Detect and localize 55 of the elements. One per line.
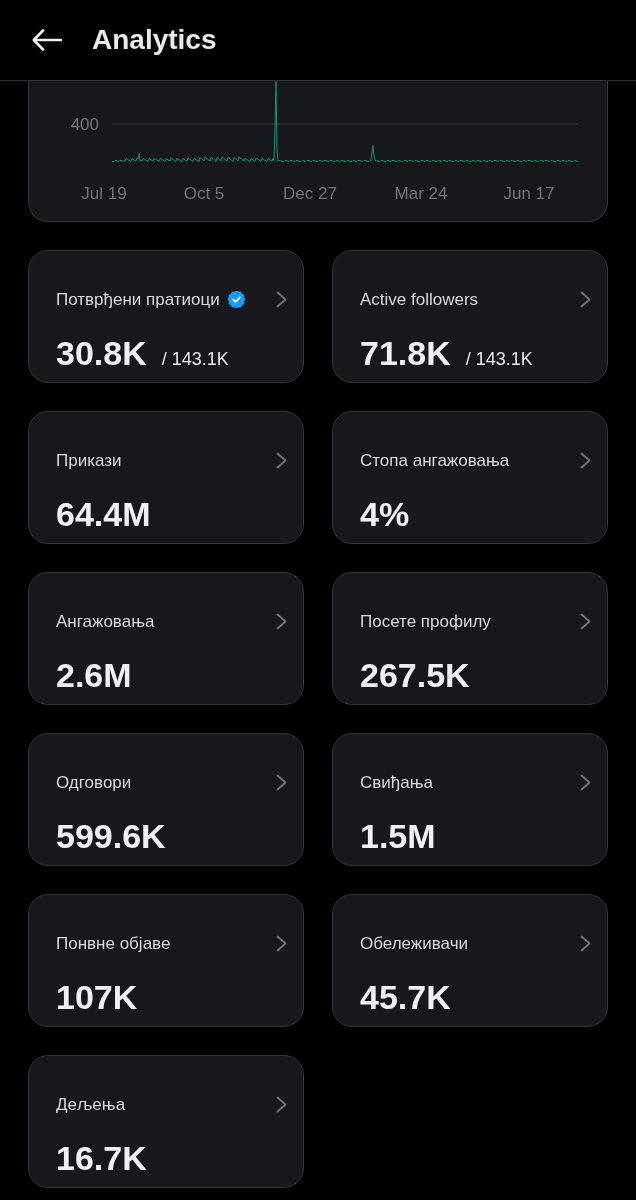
back-button[interactable] bbox=[32, 29, 62, 51]
metric-total: / 143.1K bbox=[465, 347, 533, 371]
chevron-right-icon bbox=[276, 613, 287, 630]
back-arrow-icon bbox=[32, 29, 62, 51]
metric-label: Стопа ангажовања bbox=[360, 449, 510, 472]
metric-label: Посете профилу bbox=[360, 610, 491, 633]
metric-value: 599.6K bbox=[56, 815, 166, 856]
y-axis-label: 400 bbox=[70, 115, 99, 134]
chevron-right-icon bbox=[276, 291, 287, 308]
metric-card[interactable]: Свиђања 1.5M bbox=[332, 733, 608, 866]
chevron-right-icon bbox=[276, 935, 287, 952]
chevron-right-icon bbox=[276, 774, 287, 791]
metric-value: 64.4M bbox=[56, 493, 151, 534]
x-axis-label: Jul 19 bbox=[81, 184, 127, 203]
metric-value: 267.5K bbox=[360, 654, 470, 695]
metric-label: Active followers bbox=[360, 288, 479, 311]
metric-card[interactable]: Одговори 599.6K bbox=[28, 733, 304, 866]
metric-total: / 143.1K bbox=[161, 347, 229, 371]
metric-value: 45.7K bbox=[360, 976, 451, 1017]
metric-value: 30.8K bbox=[56, 332, 147, 373]
chevron-right-icon bbox=[580, 452, 591, 469]
x-axis-label: Jun 17 bbox=[503, 184, 555, 203]
metric-value: 4% bbox=[360, 493, 410, 534]
metric-card[interactable]: Стопа ангажовања 4% bbox=[332, 411, 608, 544]
metric-label: Потврђени пратиоци bbox=[56, 288, 220, 311]
chevron-right-icon bbox=[580, 613, 591, 630]
chevron-right-icon bbox=[580, 291, 591, 308]
metric-label: Ангажовања bbox=[56, 610, 155, 633]
metric-card[interactable]: Дељења 16.7K bbox=[28, 1055, 304, 1188]
metric-value: 16.7K bbox=[56, 1137, 147, 1178]
metric-card[interactable]: Понвне објаве 107K bbox=[28, 894, 304, 1027]
metric-card[interactable]: Active followers 71.8K / 143.1K bbox=[332, 250, 608, 383]
metric-label: Свиђања bbox=[360, 771, 433, 794]
page-title: Analytics bbox=[92, 23, 217, 57]
metric-card[interactable]: Посете профилу 267.5K bbox=[332, 572, 608, 705]
metric-value: 71.8K bbox=[360, 332, 451, 373]
metric-label: Прикази bbox=[56, 449, 122, 472]
metric-value: 2.6M bbox=[56, 654, 132, 695]
metric-card[interactable]: Прикази 64.4M bbox=[28, 411, 304, 544]
metric-label: Дељења bbox=[56, 1093, 126, 1116]
x-axis-label: Mar 24 bbox=[394, 184, 448, 203]
metric-card[interactable]: Ангажовања 2.6M bbox=[28, 572, 304, 705]
metric-value: 107K bbox=[56, 976, 138, 1017]
metric-label: Понвне објаве bbox=[56, 932, 171, 955]
metric-card[interactable]: Потврђени пратиоци 30.8K / 143.1K bbox=[28, 250, 304, 383]
chevron-right-icon bbox=[580, 774, 591, 791]
chevron-right-icon bbox=[276, 1096, 287, 1113]
chevron-right-icon bbox=[276, 452, 287, 469]
metric-label: Одговори bbox=[56, 771, 132, 794]
metric-card[interactable]: Обележивачи 45.7K bbox=[332, 894, 608, 1027]
metric-value: 1.5M bbox=[360, 815, 436, 856]
x-axis-label: Oct 5 bbox=[183, 184, 225, 203]
metric-label: Обележивачи bbox=[360, 932, 468, 955]
chevron-right-icon bbox=[580, 935, 591, 952]
x-axis-label: Dec 27 bbox=[283, 184, 337, 203]
